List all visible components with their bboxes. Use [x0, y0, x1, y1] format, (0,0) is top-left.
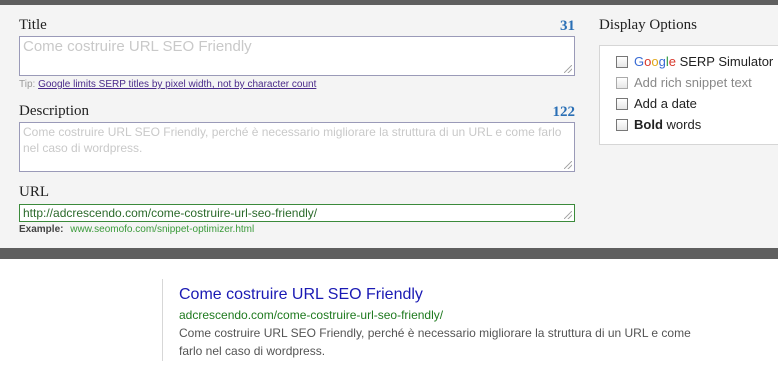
description-char-counter: 122	[552, 104, 576, 120]
resize-grip-icon[interactable]	[564, 211, 572, 219]
option-label: Add rich snippet text	[634, 75, 752, 90]
preview-description: Come costruire URL SEO Friendly, perché …	[179, 326, 691, 358]
resize-grip-icon[interactable]	[564, 65, 572, 73]
preview-url: adcrescendo.com/come-costruire-url-seo-f…	[179, 308, 444, 322]
example-value: www.seomofo.com/snippet-optimizer.html	[70, 224, 255, 235]
description-input[interactable]: Come costruire URL SEO Friendly, perché …	[19, 122, 575, 172]
option-add-date[interactable]: Add a date	[616, 96, 697, 111]
option-label-bold: Bold	[634, 117, 663, 132]
example-label: Example:	[19, 224, 64, 235]
tip-link[interactable]: Google limits SERP titles by pixel width…	[38, 79, 316, 90]
description-label: Description	[19, 103, 89, 119]
description-input-text: Come costruire URL SEO Friendly, perché …	[23, 125, 562, 155]
title-char-counter: 31	[560, 18, 575, 34]
url-input[interactable]: http://adcrescendo.com/come-costruire-ur…	[19, 204, 575, 222]
preview-title[interactable]: Come costruire URL SEO Friendly	[179, 286, 423, 304]
option-bold-words[interactable]: Bold words	[616, 117, 701, 132]
resize-grip-icon[interactable]	[564, 161, 572, 169]
snippet-form-panel: Title 31 Come costruire URL SEO Friendly…	[0, 5, 778, 248]
option-label: words	[666, 117, 702, 132]
checkbox[interactable]	[616, 118, 628, 131]
display-options-box: Google SERP Simulator Add rich snippet t…	[599, 45, 778, 145]
title-input-text: Come costruire URL SEO Friendly	[23, 38, 252, 55]
display-options-title: Display Options	[599, 17, 697, 33]
url-input-text: http://adcrescendo.com/come-costruire-ur…	[23, 206, 318, 220]
title-input[interactable]: Come costruire URL SEO Friendly	[19, 36, 575, 76]
tip-prefix: Tip:	[19, 79, 36, 90]
checkbox[interactable]	[616, 55, 628, 68]
google-wordmark: Google	[634, 54, 676, 69]
checkbox[interactable]	[616, 97, 628, 110]
url-label: URL	[19, 184, 49, 200]
preview-left-rule	[162, 279, 163, 361]
option-rich-snippet[interactable]: Add rich snippet text	[616, 75, 752, 90]
option-label: SERP Simulator	[679, 54, 774, 69]
option-serp-simulator[interactable]: Google SERP Simulator	[616, 54, 773, 69]
section-divider-bar	[0, 248, 778, 259]
url-example: Example: www.seomofo.com/snippet-optimiz…	[19, 224, 254, 235]
option-label: Add a date	[634, 96, 697, 111]
title-label: Title	[19, 17, 47, 33]
title-tip: Tip: Google limits SERP titles by pixel …	[19, 79, 316, 90]
checkbox[interactable]	[616, 76, 628, 89]
serp-preview-panel: Come costruire URL SEO Friendly adcresce…	[0, 259, 778, 373]
